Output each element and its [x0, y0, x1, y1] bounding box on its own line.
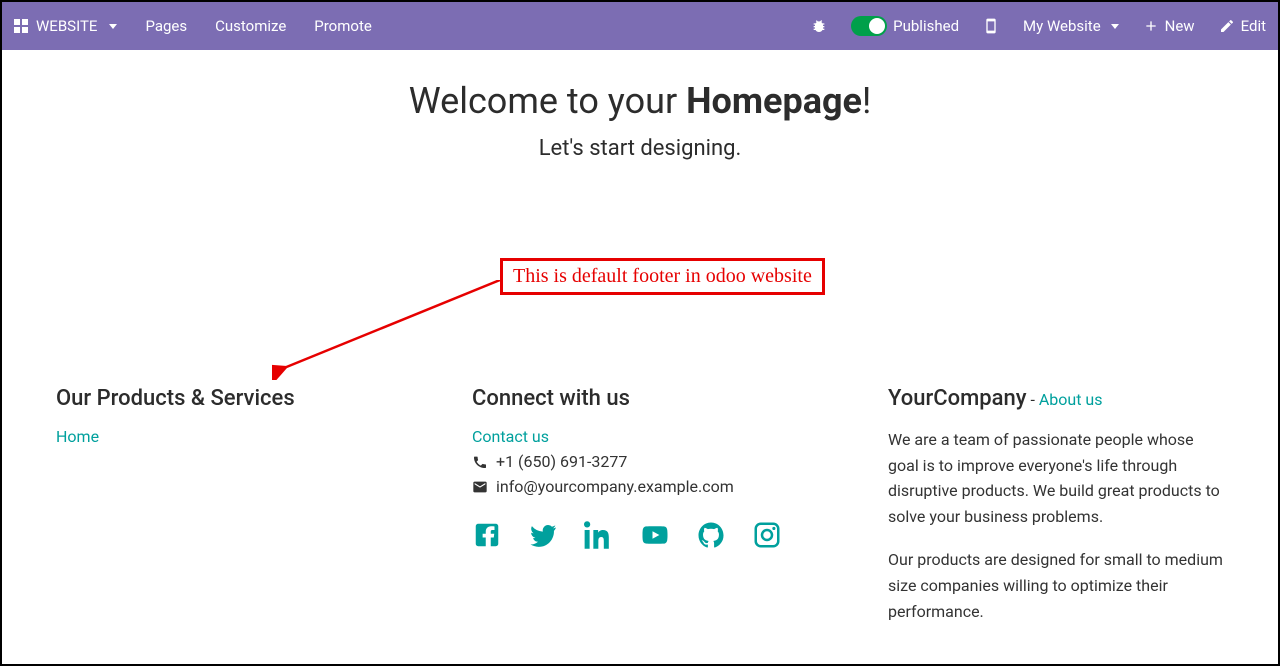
brand-menu[interactable]: WEBSITE	[14, 17, 117, 35]
footer-phone-line: +1 (650) 691-3277	[472, 452, 808, 471]
welcome-suffix: !	[862, 80, 871, 122]
footer-dash: -	[1027, 390, 1039, 409]
social-icons	[472, 520, 808, 550]
footer-products-title: Our Products & Services	[56, 386, 392, 411]
phone-icon	[472, 454, 488, 470]
nav-customize[interactable]: Customize	[215, 17, 286, 35]
edit-button[interactable]: Edit	[1219, 17, 1266, 35]
caret-icon	[1111, 24, 1119, 29]
published-toggle[interactable]	[851, 16, 887, 36]
footer-col-company: YourCompany - About us We are a team of …	[888, 386, 1224, 642]
published-toggle-group: Published	[851, 16, 959, 36]
welcome-bold: Homepage	[686, 80, 862, 122]
nav-pages[interactable]: Pages	[145, 17, 187, 35]
footer-link-home[interactable]: Home	[56, 427, 99, 446]
mobile-preview-icon[interactable]	[983, 18, 999, 34]
footer-about-link[interactable]: About us	[1039, 390, 1103, 409]
welcome-prefix: Welcome to your	[409, 80, 686, 122]
annotation-callout: This is default footer in odoo website	[500, 258, 825, 295]
edit-label: Edit	[1241, 17, 1266, 35]
bug-icon[interactable]	[811, 18, 827, 34]
footer-email: info@yourcompany.example.com	[496, 477, 734, 496]
footer: Our Products & Services Home Connect wit…	[56, 386, 1224, 642]
nav-promote[interactable]: Promote	[314, 17, 372, 35]
footer-phone: +1 (650) 691-3277	[496, 452, 627, 471]
hero: Welcome to your Homepage! Let's start de…	[2, 50, 1278, 161]
facebook-icon[interactable]	[472, 520, 502, 550]
footer-email-line: info@yourcompany.example.com	[472, 477, 808, 496]
annotation-arrow	[272, 280, 512, 380]
footer-para-2: Our products are designed for small to m…	[888, 547, 1224, 624]
twitter-icon[interactable]	[528, 520, 558, 550]
linkedin-icon[interactable]	[584, 520, 614, 550]
footer-col-products: Our Products & Services Home	[56, 386, 392, 642]
new-label: New	[1165, 17, 1195, 35]
footer-link-contact[interactable]: Contact us	[472, 427, 549, 446]
subtitle: Let's start designing.	[2, 136, 1278, 161]
plus-icon	[1143, 18, 1159, 34]
footer-para-1: We are a team of passionate people whose…	[888, 427, 1224, 529]
my-website-label: My Website	[1023, 17, 1101, 35]
github-icon[interactable]	[696, 520, 726, 550]
topbar-left: WEBSITE Pages Customize Promote	[14, 17, 372, 35]
apps-icon	[14, 19, 28, 33]
welcome-heading: Welcome to your Homepage!	[2, 80, 1278, 122]
footer-col-connect: Connect with us Contact us +1 (650) 691-…	[472, 386, 808, 642]
envelope-icon	[472, 479, 488, 495]
footer-connect-title: Connect with us	[472, 386, 808, 411]
published-label: Published	[893, 17, 959, 35]
new-button[interactable]: New	[1143, 17, 1195, 35]
youtube-icon[interactable]	[640, 520, 670, 550]
pencil-icon	[1219, 18, 1235, 34]
my-website-menu[interactable]: My Website	[1023, 17, 1119, 35]
brand-label: WEBSITE	[36, 17, 97, 35]
footer-company-heading: YourCompany - About us	[888, 386, 1224, 411]
topbar-right: Published My Website New Edit	[811, 16, 1266, 36]
caret-icon	[109, 24, 117, 29]
instagram-icon[interactable]	[752, 520, 782, 550]
topbar: WEBSITE Pages Customize Promote Publishe…	[2, 2, 1278, 50]
footer-company-name: YourCompany	[888, 386, 1027, 411]
